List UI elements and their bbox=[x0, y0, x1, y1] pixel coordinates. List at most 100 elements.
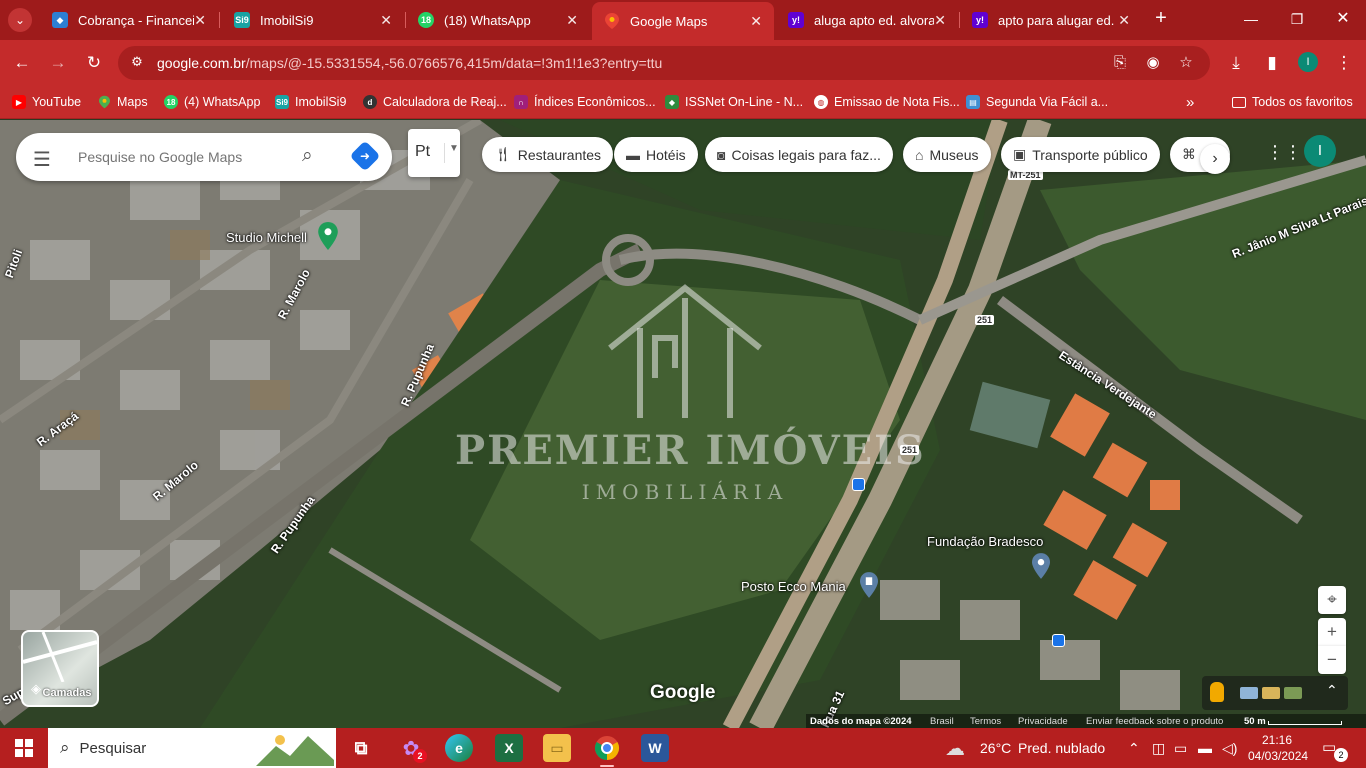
back-button[interactable]: ← bbox=[10, 51, 34, 75]
whatsapp-icon: 18 bbox=[164, 95, 178, 109]
scale-bar[interactable] bbox=[1268, 721, 1342, 725]
tab-google-maps[interactable]: Google Maps ✕ bbox=[592, 2, 774, 40]
privacy-link[interactable]: Privacidade bbox=[1018, 716, 1068, 727]
bookmark-whatsapp[interactable]: 18 (4) WhatsApp bbox=[164, 93, 260, 111]
bookmark-nota-fiscal[interactable]: ◍ Emissao de Nota Fis... bbox=[814, 93, 960, 111]
chip-restaurantes[interactable]: 🍴︎ Restaurantes bbox=[482, 137, 614, 172]
star-icon[interactable]: ☆ bbox=[1176, 53, 1196, 73]
chip-museus[interactable]: ⌂ Museus bbox=[903, 137, 991, 172]
bookmark-youtube[interactable]: ▶ YouTube bbox=[12, 93, 81, 111]
country-link[interactable]: Brasil bbox=[930, 716, 954, 727]
taskbar-search[interactable]: ⌕ Pesquisar bbox=[48, 728, 336, 768]
close-icon[interactable]: ✕ bbox=[934, 12, 946, 29]
input-tools-button[interactable]: Pt ▼ bbox=[408, 129, 460, 177]
bookmark-imobilsi9[interactable]: Si9 ImobilSi9 bbox=[275, 93, 346, 111]
scale-label[interactable]: 50 m bbox=[1244, 716, 1266, 727]
close-window-button[interactable]: ✕ bbox=[1332, 8, 1354, 30]
search-icon[interactable]: ⌕ bbox=[302, 145, 313, 167]
forward-button[interactable]: → bbox=[46, 51, 70, 75]
all-bookmarks-folder[interactable]: Todos os favoritos bbox=[1232, 93, 1353, 111]
bus-stop-icon[interactable] bbox=[1052, 634, 1065, 647]
place-pin-icon[interactable] bbox=[1032, 552, 1050, 580]
zoom-out-button[interactable]: − bbox=[1318, 646, 1346, 674]
chevron-up-icon[interactable]: ⌃ bbox=[1326, 682, 1338, 699]
download-icon[interactable]: ⤓ bbox=[1224, 51, 1248, 75]
site-info-icon[interactable]: ⚙ bbox=[128, 54, 146, 72]
gas-station-pin-icon[interactable] bbox=[860, 571, 878, 599]
weather-temp[interactable]: 26°C bbox=[980, 740, 1011, 756]
excel-icon[interactable]: X bbox=[495, 734, 523, 762]
terms-link[interactable]: Termos bbox=[970, 716, 1001, 727]
bookmark-maps[interactable]: Maps bbox=[97, 93, 148, 111]
chip-coisas-legais[interactable]: ◙ Coisas legais para faz... bbox=[705, 137, 893, 172]
windows-start-button[interactable] bbox=[15, 739, 33, 757]
bookmark-indices[interactable]: ∩ Índices Econômicos... bbox=[514, 93, 656, 111]
close-icon[interactable]: ✕ bbox=[750, 13, 762, 30]
imagery-thumbnail[interactable] bbox=[1284, 687, 1302, 699]
close-icon[interactable]: ✕ bbox=[566, 12, 578, 29]
caret-down-icon[interactable]: ▼ bbox=[444, 143, 459, 163]
network-icon[interactable]: ▭ bbox=[1174, 740, 1187, 757]
edge-icon[interactable]: e bbox=[445, 734, 473, 762]
bookmarks-overflow-button[interactable]: » bbox=[1186, 93, 1194, 111]
bus-stop-icon[interactable] bbox=[852, 478, 865, 491]
zoom-in-button[interactable]: + bbox=[1318, 618, 1346, 646]
tab-whatsapp[interactable]: 18 (18) WhatsApp ✕ bbox=[406, 6, 590, 34]
notification-center-button[interactable]: ▭ 2 bbox=[1322, 738, 1348, 762]
file-explorer-icon[interactable]: ▭ bbox=[543, 734, 571, 762]
profile-avatar[interactable]: I bbox=[1298, 52, 1318, 72]
imagery-thumbnail[interactable] bbox=[1240, 687, 1258, 699]
menu-kebab-icon[interactable]: ⋮ bbox=[1332, 51, 1356, 75]
my-location-button[interactable]: ⌖ bbox=[1318, 586, 1346, 614]
side-panel-icon[interactable]: ▮ bbox=[1260, 51, 1284, 75]
minimize-button[interactable]: — bbox=[1240, 8, 1262, 30]
chip-transporte[interactable]: ▣ Transporte público bbox=[1001, 137, 1160, 172]
task-view-icon[interactable]: ⧉ bbox=[347, 734, 375, 762]
meet-icon[interactable]: ◫ bbox=[1152, 740, 1165, 757]
url-text[interactable]: google.com.br/maps/@-15.5331554,-56.0766… bbox=[157, 55, 662, 71]
bookmark-calculadora[interactable]: d Calculadora de Reaj... bbox=[363, 93, 507, 111]
close-icon[interactable]: ✕ bbox=[194, 12, 206, 29]
hamburger-menu-icon[interactable]: ☰ bbox=[33, 147, 51, 172]
address-bar[interactable]: ⚙ google.com.br/maps/@-15.5331554,-56.07… bbox=[118, 46, 1210, 80]
bookmark-segunda-via[interactable]: ▤ Segunda Via Fácil a... bbox=[966, 93, 1108, 111]
satellite-map[interactable]: PREMIER IMÓVEIS IMOBILIÁRIA Studio Miche… bbox=[0, 120, 1366, 728]
place-label-fundacao[interactable]: Fundação Bradesco bbox=[927, 534, 1043, 549]
word-icon[interactable]: W bbox=[641, 734, 669, 762]
maps-search-input[interactable] bbox=[78, 145, 298, 169]
tab-yahoo-1[interactable]: y! aluga apto ed. alvorada ✕ bbox=[776, 6, 958, 34]
chevron-up-icon[interactable]: ⌃ bbox=[1128, 740, 1140, 757]
chips-next-button[interactable]: › bbox=[1200, 144, 1230, 174]
layers-button[interactable]: ◈ Camadas bbox=[21, 630, 99, 707]
tab-imobilsi9[interactable]: Si9 ImobilSi9 ✕ bbox=[222, 6, 404, 34]
new-tab-button[interactable]: + bbox=[1150, 8, 1172, 30]
place-label-studio[interactable]: Studio Michell bbox=[226, 230, 307, 245]
building-icon: ⌘ bbox=[1182, 146, 1196, 162]
close-icon[interactable]: ✕ bbox=[380, 12, 392, 29]
volume-icon[interactable]: ◁) bbox=[1222, 740, 1237, 757]
app-icon-flower[interactable]: ✿ 2 bbox=[397, 734, 427, 763]
reload-button[interactable]: ↻ bbox=[82, 51, 106, 75]
eye-off-icon[interactable]: ◉ bbox=[1143, 53, 1163, 73]
imagery-thumbnail[interactable] bbox=[1262, 687, 1280, 699]
chip-hoteis[interactable]: ▬ Hotéis bbox=[614, 137, 698, 172]
weather-icon[interactable]: ☁ bbox=[945, 736, 965, 761]
close-icon[interactable]: ✕ bbox=[1118, 12, 1130, 29]
tab-yahoo-2[interactable]: y! apto para alugar ed. a ✕ bbox=[960, 6, 1142, 34]
apps-grid-icon[interactable]: ⋮⋮⋮ bbox=[1266, 142, 1320, 162]
battery-icon[interactable]: ▬ bbox=[1198, 740, 1212, 756]
restore-button[interactable]: ❐ bbox=[1286, 8, 1308, 30]
bookmark-issnet[interactable]: ◆ ISSNet On-Line - N... bbox=[665, 93, 803, 111]
system-clock[interactable]: 21:16 04/03/2024 bbox=[1248, 732, 1308, 764]
directions-icon[interactable]: ➜ bbox=[349, 140, 381, 172]
place-pin-icon[interactable] bbox=[318, 222, 338, 250]
tab-cobranca[interactable]: ◆ Cobrança - Financeiro ✕ bbox=[40, 6, 218, 34]
maps-account-avatar[interactable]: I bbox=[1304, 135, 1336, 167]
feedback-link[interactable]: Enviar feedback sobre o produto bbox=[1086, 716, 1223, 727]
pegman-icon[interactable] bbox=[1210, 682, 1224, 702]
tab-search-button[interactable]: ⌄ bbox=[8, 8, 32, 32]
weather-desc[interactable]: Pred. nublado bbox=[1018, 740, 1105, 756]
chrome-icon[interactable] bbox=[593, 734, 621, 767]
place-label-posto[interactable]: Posto Ecco Mania bbox=[741, 579, 846, 594]
install-app-icon[interactable]: ⎘ bbox=[1110, 53, 1130, 73]
